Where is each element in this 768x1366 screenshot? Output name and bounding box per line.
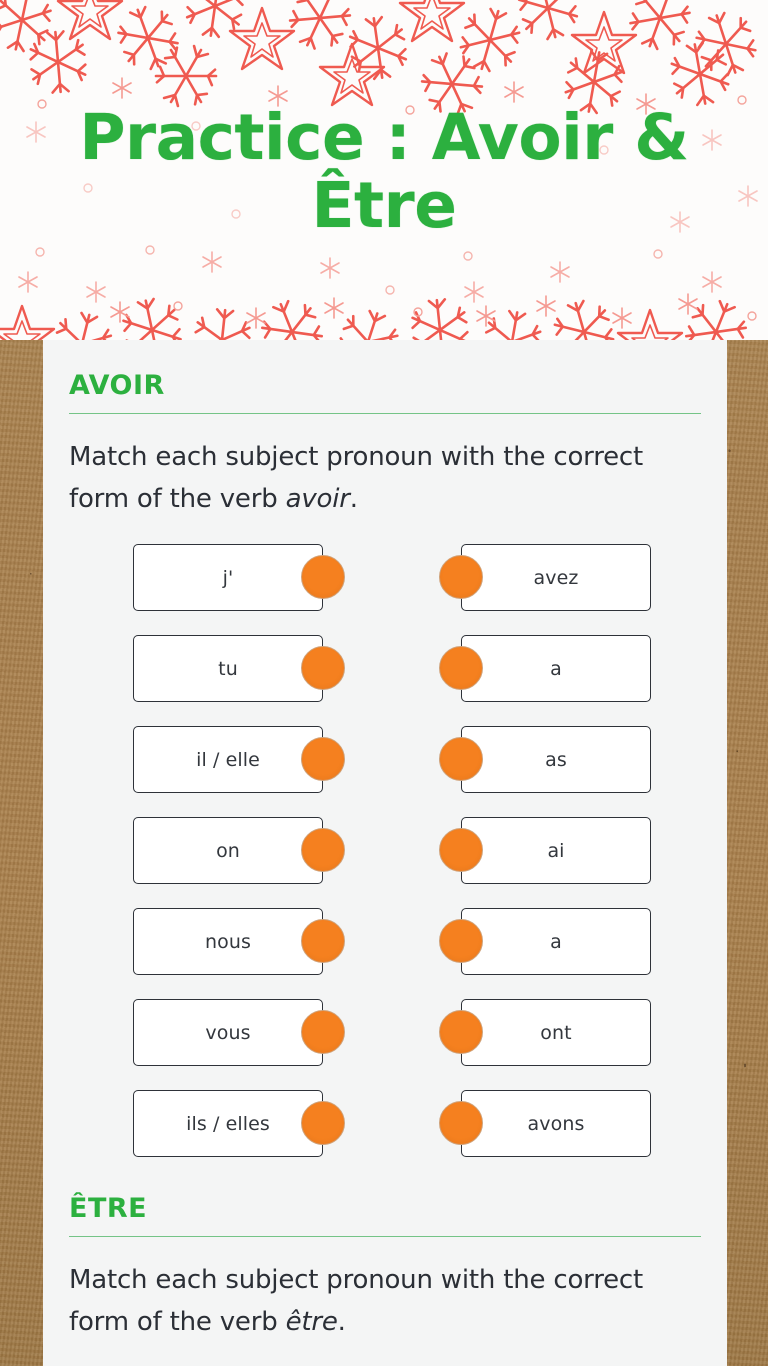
match-connector-dot[interactable] [439,1010,483,1054]
section-etre: ÊTRE Match each subject pronoun with the… [69,1193,701,1343]
match-item[interactable]: a [439,635,701,702]
match-connector-dot[interactable] [301,737,345,781]
instructions-verb: être [285,1307,338,1337]
match-item[interactable]: il / elle [133,726,395,793]
match-item[interactable]: tu [133,635,395,702]
instructions-period: . [337,1307,346,1337]
match-box-label[interactable]: on [133,817,323,884]
section-divider [69,1236,701,1237]
match-box-label[interactable]: ont [461,999,651,1066]
match-connector-dot[interactable] [439,646,483,690]
instructions-etre: Match each subject pronoun with the corr… [69,1259,701,1343]
match-box-label[interactable]: nous [133,908,323,975]
match-box-label[interactable]: a [461,635,651,702]
match-item[interactable]: ils / elles [133,1090,395,1157]
instructions-text: Match each subject pronoun with the corr… [69,1265,644,1337]
match-grid-avoir: j' tu il / elle on nous vous ils / elles… [69,544,701,1157]
instructions-period: . [349,484,358,514]
match-item[interactable]: avez [439,544,701,611]
section-heading-avoir: AVOIR [69,370,165,401]
match-connector-dot[interactable] [301,919,345,963]
match-item[interactable]: a [439,908,701,975]
match-item[interactable]: ont [439,999,701,1066]
match-connector-dot[interactable] [439,555,483,599]
match-box-label[interactable]: as [461,726,651,793]
match-connector-dot[interactable] [439,919,483,963]
match-box-label[interactable]: j' [133,544,323,611]
match-item[interactable]: on [133,817,395,884]
worksheet-card: AVOIR Match each subject pronoun with th… [43,340,727,1366]
match-item[interactable]: ai [439,817,701,884]
match-box-label[interactable]: avons [461,1090,651,1157]
match-connector-dot[interactable] [301,555,345,599]
match-box-label[interactable]: ils / elles [133,1090,323,1157]
match-box-label[interactable]: avez [461,544,651,611]
match-item[interactable]: nous [133,908,395,975]
match-item[interactable]: j' [133,544,395,611]
instructions-avoir: Match each subject pronoun with the corr… [69,436,701,520]
instructions-verb: avoir [285,484,350,514]
section-divider [69,413,701,414]
match-box-label[interactable]: vous [133,999,323,1066]
match-item[interactable]: vous [133,999,395,1066]
match-connector-dot[interactable] [439,828,483,872]
match-column-verb-forms: avez a as ai a ont avons [439,544,701,1157]
match-connector-dot[interactable] [301,1101,345,1145]
section-avoir: AVOIR Match each subject pronoun with th… [69,370,701,1157]
match-box-label[interactable]: il / elle [133,726,323,793]
match-box-label[interactable]: a [461,908,651,975]
match-box-label[interactable]: tu [133,635,323,702]
match-item[interactable]: avons [439,1090,701,1157]
match-box-label[interactable]: ai [461,817,651,884]
match-connector-dot[interactable] [439,1101,483,1145]
header-banner: Practice : Avoir & Être [0,0,768,340]
match-column-pronouns: j' tu il / elle on nous vous ils / elles [133,544,395,1157]
page-title: Practice : Avoir & Être [79,101,689,242]
match-connector-dot[interactable] [301,1010,345,1054]
section-heading-etre: ÊTRE [69,1193,148,1224]
match-connector-dot[interactable] [301,646,345,690]
match-item[interactable]: as [439,726,701,793]
match-connector-dot[interactable] [301,828,345,872]
match-connector-dot[interactable] [439,737,483,781]
